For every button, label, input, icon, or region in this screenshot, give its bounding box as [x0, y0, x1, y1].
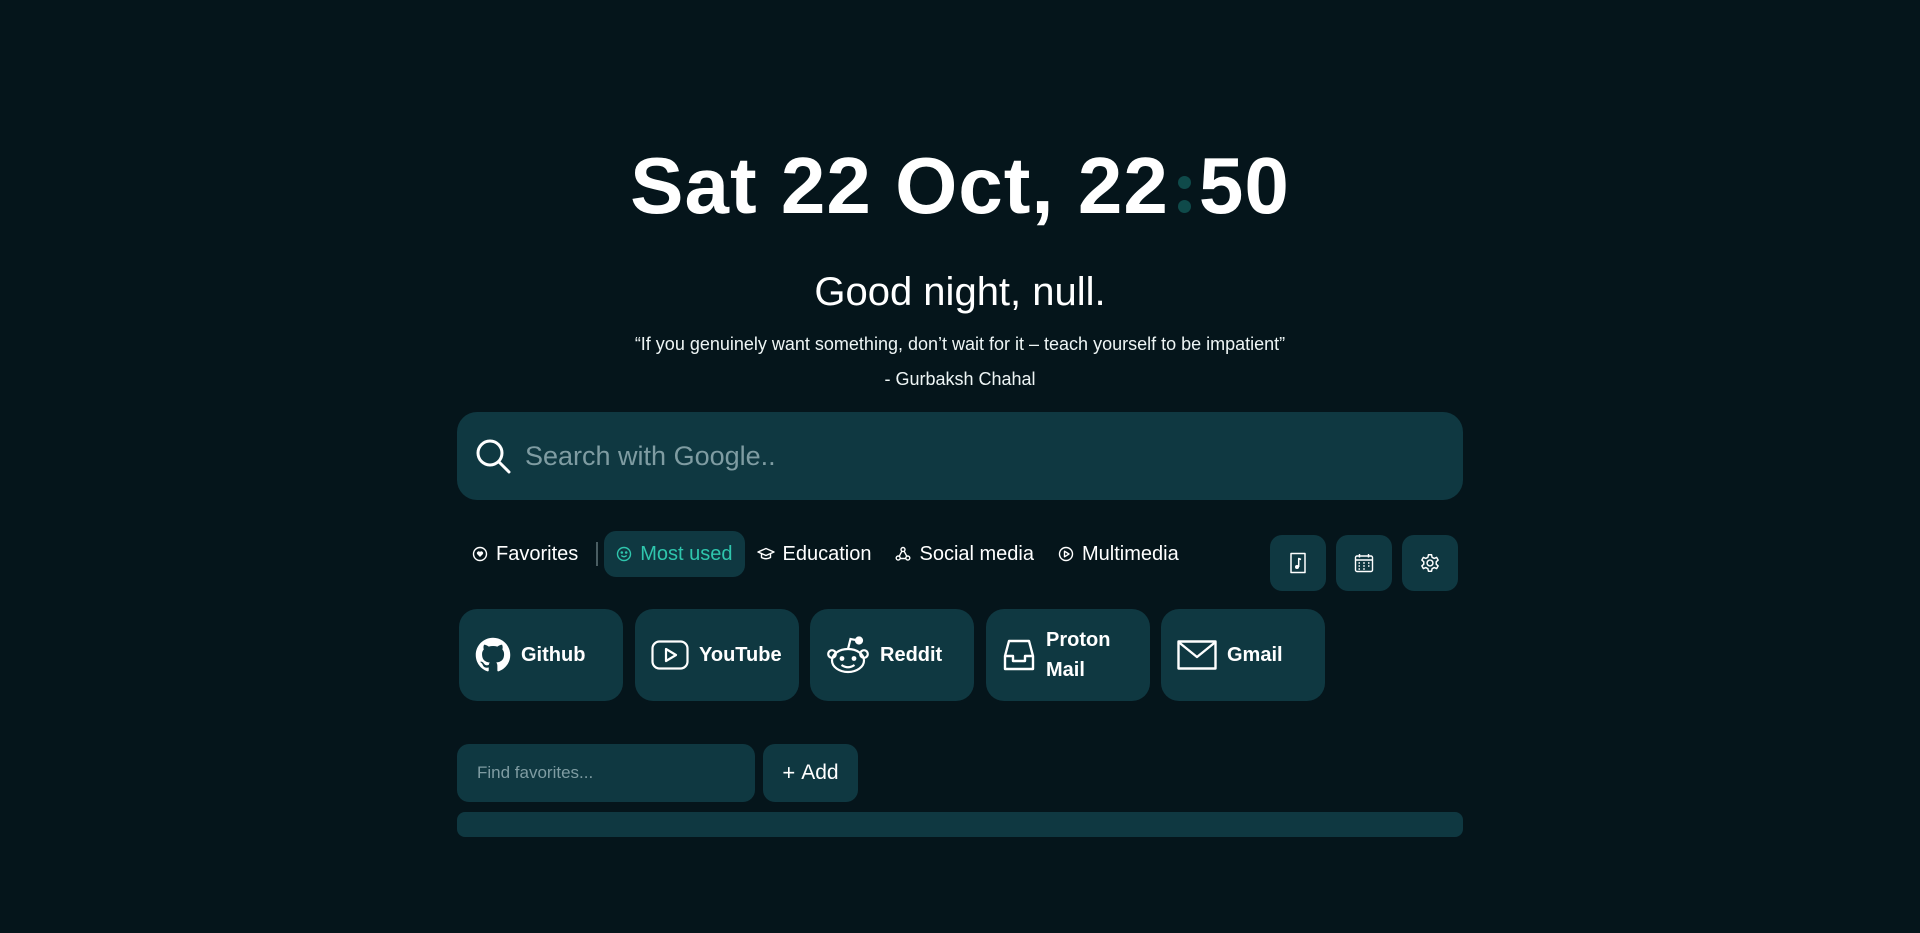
- tab-social-media[interactable]: Social media: [883, 531, 1046, 577]
- reddit-icon: [827, 636, 869, 674]
- link-card-label: Reddit: [880, 644, 943, 666]
- graduation-cap-icon: [756, 547, 775, 560]
- calendar-button[interactable]: [1336, 535, 1392, 591]
- tab-most-used[interactable]: Most used: [604, 531, 745, 577]
- link-card-proton-mail[interactable]: Proton Mail: [986, 609, 1150, 701]
- new-tab-page: Sat 22 Oct, 22 50 Good night, null. “If y…: [0, 0, 1920, 933]
- music-button[interactable]: [1270, 535, 1326, 591]
- gear-icon: [1421, 554, 1439, 572]
- clock-colon: [1171, 162, 1197, 222]
- find-favorites-field[interactable]: [457, 744, 755, 802]
- greeting: Good night, null.: [814, 270, 1106, 314]
- tab-social-media-label: Social media: [919, 542, 1034, 565]
- tab-divider: [596, 542, 599, 566]
- share-icon: [895, 546, 911, 561]
- tab-education[interactable]: Education: [745, 531, 884, 577]
- link-card-label: Github: [521, 644, 586, 666]
- settings-button[interactable]: [1402, 535, 1458, 591]
- clock-date-hours: Sat 22 Oct, 22: [630, 141, 1169, 230]
- inbox-icon: [1003, 639, 1035, 671]
- search-icon: [476, 439, 511, 474]
- tab-favorites[interactable]: Favorites: [460, 531, 590, 577]
- link-card-reddit[interactable]: Reddit: [810, 609, 974, 701]
- add-label: Add: [801, 761, 839, 784]
- link-card-label: YouTube: [699, 644, 782, 666]
- tab-favorites-label: Favorites: [496, 542, 579, 565]
- tab-most-used-label: Most used: [640, 542, 733, 565]
- favorites-list-panel: [457, 812, 1463, 837]
- music-note-icon: [1290, 552, 1306, 574]
- clock: Sat 22 Oct, 22 50: [0, 138, 1920, 234]
- tab-multimedia[interactable]: Multimedia: [1046, 531, 1191, 577]
- mail-icon: [1177, 640, 1217, 670]
- heart-circle-icon: [472, 546, 488, 562]
- category-tabs: Favorites Most used Education Social med…: [460, 530, 1191, 578]
- search-input[interactable]: [523, 439, 1427, 473]
- plus-icon: +: [782, 760, 796, 785]
- search-bar[interactable]: [457, 412, 1463, 500]
- link-card-youtube[interactable]: YouTube: [635, 609, 799, 701]
- tab-multimedia-label: Multimedia: [1082, 542, 1179, 565]
- link-card-label: Proton Mail: [1046, 629, 1111, 681]
- play-circle-icon: [1058, 546, 1074, 562]
- find-favorites-input[interactable]: [475, 762, 739, 784]
- clock-minutes: 50: [1198, 141, 1290, 230]
- link-card-github[interactable]: Github: [459, 609, 623, 701]
- tab-education-label: Education: [782, 542, 872, 565]
- quote-author: - Gurbaksh Chahal: [884, 369, 1036, 389]
- youtube-icon: [651, 640, 689, 670]
- link-card-label: Gmail: [1227, 644, 1283, 666]
- add-favorite-button[interactable]: + Add: [763, 744, 858, 802]
- calendar-icon: [1354, 554, 1374, 573]
- smile-icon: [617, 546, 632, 562]
- github-icon: [475, 637, 511, 672]
- quote-text: “If you genuinely want something, don’t …: [634, 334, 1286, 354]
- link-card-gmail[interactable]: Gmail: [1161, 609, 1325, 701]
